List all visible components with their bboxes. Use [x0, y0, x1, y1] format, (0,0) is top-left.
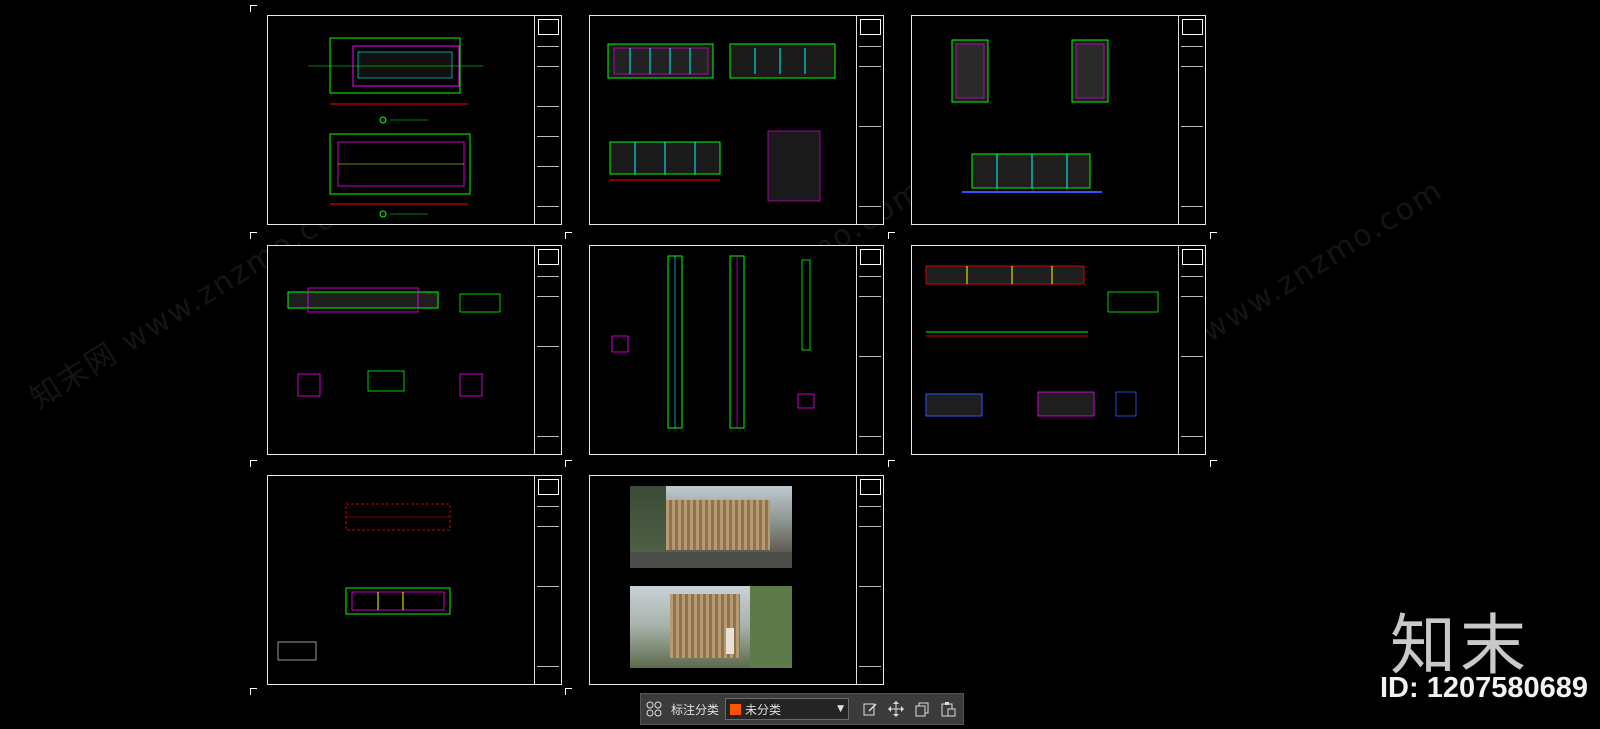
title-block	[856, 16, 883, 224]
corner-mark	[250, 460, 257, 467]
annotation-toolbar: 标注分类 未分类 ▼	[640, 693, 964, 725]
title-block	[534, 476, 561, 684]
firm-logo-icon	[1182, 249, 1203, 265]
title-block	[534, 246, 561, 454]
paste-icon[interactable]	[935, 696, 961, 722]
firm-logo-icon	[1182, 19, 1203, 35]
corner-mark	[565, 460, 572, 467]
title-block	[1178, 16, 1205, 224]
drawing-sheet-6[interactable]	[911, 245, 1206, 455]
firm-logo-icon	[860, 479, 881, 495]
category-color-swatch	[730, 703, 742, 715]
corner-mark	[1210, 460, 1217, 467]
corner-mark	[250, 688, 257, 695]
move-icon[interactable]	[883, 696, 909, 722]
grid-icon[interactable]	[641, 696, 667, 722]
foundation-plan-drawing	[277, 503, 451, 661]
category-label: 标注分类	[671, 702, 720, 717]
title-block	[856, 246, 883, 454]
edit-icon[interactable]	[857, 696, 883, 722]
category-select[interactable]: 未分类 ▼	[725, 698, 850, 720]
drawing-sheet-8[interactable]	[589, 475, 884, 685]
copy-icon[interactable]	[909, 696, 935, 722]
corner-mark	[565, 688, 572, 695]
rendering-image-2	[630, 586, 792, 668]
corner-mark	[888, 232, 895, 239]
category-select-value: 未分类	[745, 702, 782, 717]
rendering-image-1	[630, 486, 792, 568]
firm-logo-icon	[860, 249, 881, 265]
drawing-sheet-1[interactable]	[267, 15, 562, 225]
firm-logo-icon	[860, 19, 881, 35]
section-drawing	[951, 39, 1109, 193]
resource-id: ID: 1207580689	[1380, 672, 1588, 704]
drawing-sheet-4[interactable]	[267, 245, 562, 455]
corner-mark	[1210, 232, 1217, 239]
corner-mark	[250, 5, 257, 12]
plan-drawing	[308, 37, 483, 218]
drawing-sheet-2[interactable]	[589, 15, 884, 225]
title-block	[856, 476, 883, 684]
chevron-down-icon: ▼	[837, 704, 845, 714]
title-block	[1178, 246, 1205, 454]
column-section-drawing	[611, 255, 815, 429]
corner-mark	[250, 232, 257, 239]
drawing-sheet-5[interactable]	[589, 245, 884, 455]
drawing-sheet-7[interactable]	[267, 475, 562, 685]
corner-mark	[565, 232, 572, 239]
title-block	[534, 16, 561, 224]
drawing-sheet-3[interactable]	[911, 15, 1206, 225]
bench-detail-drawing	[925, 265, 1159, 417]
detail-drawing	[287, 287, 501, 397]
firm-logo-icon	[538, 249, 559, 265]
firm-logo-icon	[538, 479, 559, 495]
elevation-drawing	[607, 43, 836, 202]
corner-mark	[888, 460, 895, 467]
firm-logo-icon	[538, 19, 559, 35]
